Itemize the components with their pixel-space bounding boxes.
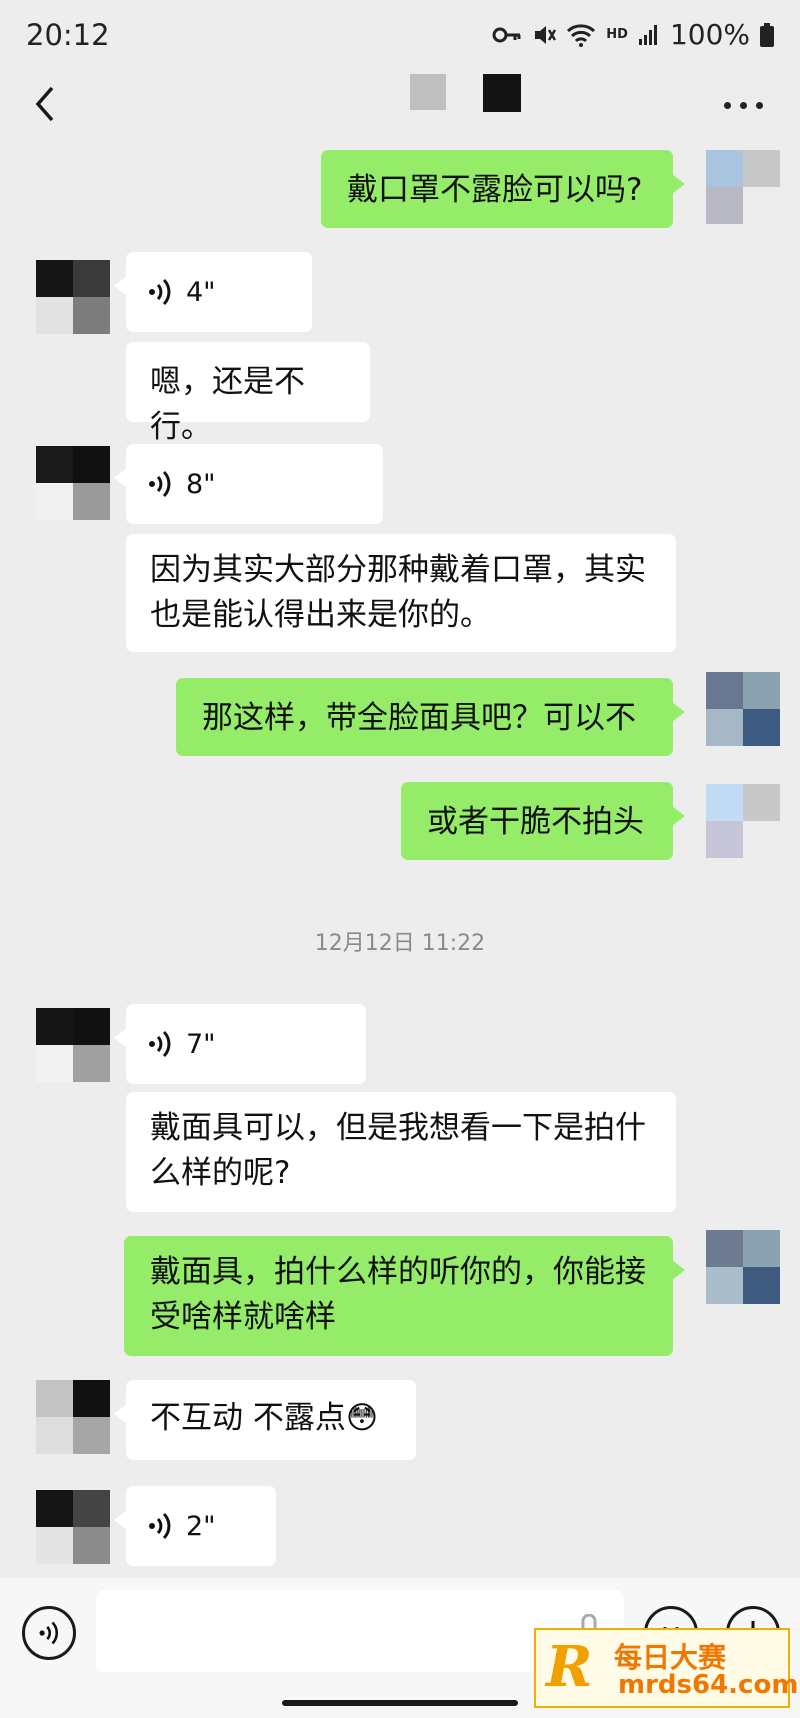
signal-icon	[638, 24, 657, 45]
watermark-r: R	[546, 1634, 593, 1700]
home-indicator[interactable]	[282, 1700, 518, 1706]
message-text-line: 戴面具，拍什么样的听你的，你能接	[150, 1254, 646, 1290]
voice-icon	[39, 1621, 59, 1645]
message-text: 或者干脆不拍头	[427, 804, 644, 840]
message-incoming[interactable]: 戴面具可以，但是我想看一下是拍什 么样的呢?	[126, 1092, 676, 1212]
contact-avatar[interactable]	[36, 1380, 110, 1454]
message-text: 那这样，带全脸面具吧？可以不	[202, 700, 636, 736]
voice-input-button[interactable]	[22, 1606, 76, 1660]
contact-avatar[interactable]	[36, 1490, 110, 1564]
message-text: 嗯，还是不行。	[150, 364, 305, 445]
voice-duration: 8"	[186, 468, 216, 500]
hd-badge: HD	[606, 27, 628, 42]
voice-icon	[149, 1030, 171, 1058]
my-avatar[interactable]	[706, 150, 780, 224]
message-incoming[interactable]: 嗯，还是不行。	[126, 342, 370, 445]
voice-icon	[149, 470, 171, 498]
contact-name-redacted	[483, 74, 521, 112]
more-icon[interactable]	[724, 102, 764, 110]
voice-icon	[149, 1512, 171, 1540]
message-text-line: 因为其实大部分那种戴着口罩，其实	[150, 552, 646, 588]
battery-icon	[760, 22, 774, 47]
message-text-line: 受啥样就啥样	[150, 1299, 336, 1335]
status-icons: HD 100%	[492, 18, 774, 51]
voice-duration: 2"	[186, 1510, 216, 1542]
message-text-line: 也是能认得出来是你的。	[150, 597, 491, 633]
message-incoming[interactable]: 因为其实大部分那种戴着口罩，其实 也是能认得出来是你的。	[126, 534, 676, 652]
message-text-line: 么样的呢?	[150, 1155, 291, 1191]
voice-message[interactable]: 7"	[114, 1004, 366, 1084]
key-icon	[492, 27, 521, 42]
message-outgoing[interactable]: 戴口罩不露脸可以吗?	[321, 150, 685, 228]
mute-icon	[535, 25, 557, 44]
message-outgoing[interactable]: 那这样，带全脸面具吧？可以不	[176, 678, 685, 756]
message-outgoing[interactable]: 或者干脆不拍头	[401, 782, 685, 860]
voice-message[interactable]: 8"	[114, 444, 383, 524]
contact-name-redacted	[410, 74, 446, 110]
status-time: 20:12	[26, 18, 110, 52]
voice-duration: 7"	[186, 1028, 216, 1060]
watermark-url: mrds64.com	[618, 1670, 799, 1700]
voice-icon	[149, 278, 171, 306]
contact-avatar[interactable]	[36, 1008, 110, 1082]
voice-duration: 4"	[186, 276, 216, 308]
back-icon[interactable]	[30, 84, 60, 124]
message-text: 戴口罩不露脸可以吗?	[347, 172, 643, 208]
message-outgoing[interactable]: 戴面具，拍什么样的听你的，你能接 受啥样就啥样	[124, 1236, 685, 1356]
voice-message[interactable]: 4"	[114, 252, 312, 332]
message-incoming[interactable]: 不互动 不露点😳	[114, 1380, 416, 1460]
battery-percent: 100%	[669, 18, 750, 51]
message-text: 不互动 不露点😳	[150, 1400, 379, 1436]
contact-avatar[interactable]	[36, 260, 110, 334]
wifi-icon	[567, 23, 596, 47]
my-avatar[interactable]	[706, 784, 780, 858]
contact-avatar[interactable]	[36, 446, 110, 520]
watermark-logo: R 每日大赛 mrds64.com	[534, 1628, 798, 1708]
voice-message[interactable]: 2"	[114, 1486, 276, 1566]
my-avatar[interactable]	[706, 1230, 780, 1304]
timestamp: 12月12日 11:22	[314, 931, 486, 956]
message-text-line: 戴面具可以，但是我想看一下是拍什	[150, 1110, 646, 1146]
my-avatar[interactable]	[706, 672, 780, 746]
